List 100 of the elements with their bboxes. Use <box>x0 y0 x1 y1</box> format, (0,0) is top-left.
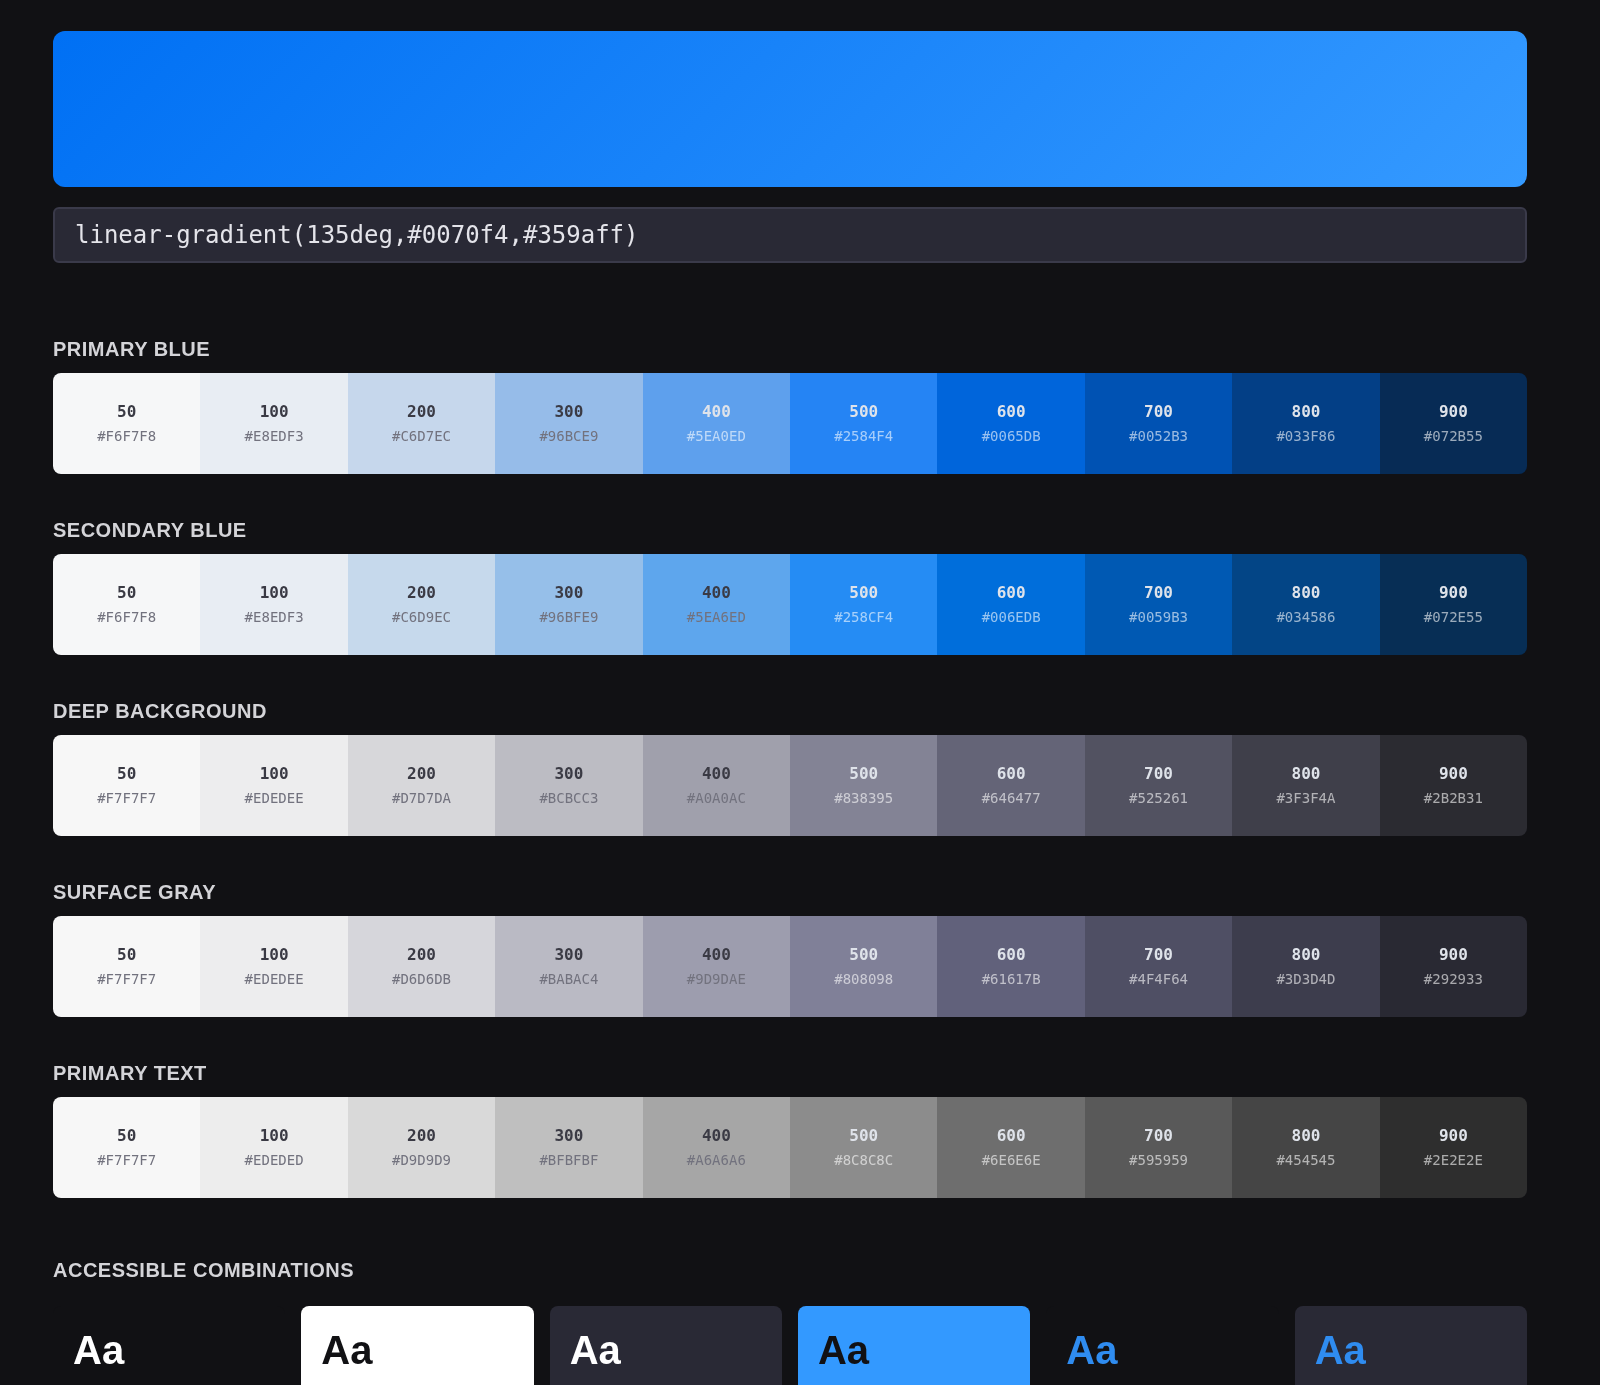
color-swatch[interactable]: 900 #072B55 <box>1379 373 1527 474</box>
swatch-label: 100 <box>259 1125 289 1147</box>
swatch-label: 800 <box>1291 944 1321 966</box>
swatch-hex: #072E55 <box>1423 608 1483 627</box>
color-swatch[interactable]: 200 #D6D6DB <box>347 916 496 1017</box>
color-swatch[interactable]: 100 #EDEDED <box>200 1097 348 1198</box>
swatch-hex: #0065DB <box>981 427 1041 446</box>
sample-text: Aa <box>818 1328 870 1372</box>
swatch-label: 200 <box>407 944 436 966</box>
color-swatch[interactable]: 100 #EDEDEE <box>200 916 348 1017</box>
swatch-hex: #525261 <box>1129 789 1189 808</box>
swatch-label: 100 <box>259 944 289 966</box>
swatch-hex: #2E2E2E <box>1423 1151 1483 1170</box>
swatch-label: 50 <box>117 582 137 604</box>
swatch-hex: #646477 <box>981 789 1041 808</box>
section-title: PRIMARY BLUE <box>53 337 212 361</box>
section-title: DEEP BACKGROUND <box>53 699 268 723</box>
swatch-hex: #C6D7EC <box>392 427 451 446</box>
color-swatch[interactable]: 600 #61617B <box>937 916 1085 1017</box>
swatch-label: 700 <box>1144 582 1173 604</box>
swatch-hex: #034586 <box>1276 608 1336 627</box>
color-swatch[interactable]: 700 #0059B3 <box>1084 554 1233 655</box>
swatch-label: 900 <box>1438 401 1468 423</box>
swatch-label: 400 <box>701 401 731 423</box>
color-swatch[interactable]: 100 #E8EDF3 <box>200 373 348 474</box>
color-swatch[interactable]: 900 #2B2B31 <box>1379 735 1527 836</box>
color-swatch[interactable]: 50 #F7F7F7 <box>53 916 201 1017</box>
swatch-label: 500 <box>849 763 879 785</box>
swatch-label: 800 <box>1291 763 1321 785</box>
swatch-hex: #61617B <box>981 970 1041 989</box>
swatch-label: 500 <box>849 401 879 423</box>
color-swatch[interactable]: 300 #BABAC4 <box>495 916 643 1017</box>
color-swatch[interactable]: 700 #4F4F64 <box>1084 916 1233 1017</box>
swatch-hex: #292933 <box>1423 970 1483 989</box>
sample-text: Aa <box>73 1328 125 1372</box>
color-swatch[interactable]: 900 #072E55 <box>1379 554 1527 655</box>
swatch-label: 900 <box>1438 582 1468 604</box>
swatch-hex: #4F4F64 <box>1129 970 1189 989</box>
color-swatch[interactable]: 800 #3F3F4A <box>1232 735 1380 836</box>
color-swatch[interactable]: 900 #2E2E2E <box>1379 1097 1527 1198</box>
swatch-label: 200 <box>407 401 436 423</box>
swatch-label: 700 <box>1144 944 1173 966</box>
swatch-hex: #033F86 <box>1276 427 1336 446</box>
color-swatch[interactable]: 50 #F7F7F7 <box>53 1097 201 1198</box>
swatch-label: 700 <box>1144 401 1173 423</box>
swatch-hex: #808098 <box>834 970 894 989</box>
color-swatch[interactable]: 900 #292933 <box>1379 916 1527 1017</box>
color-swatch[interactable]: 400 #5EA6ED <box>642 554 791 655</box>
color-swatch[interactable]: 100 #EDEDEE <box>200 735 348 836</box>
swatch-hex: #D9D9D9 <box>392 1151 451 1170</box>
color-swatch[interactable]: 50 #F6F7F8 <box>53 554 201 655</box>
swatch-label: 500 <box>849 944 879 966</box>
swatch-hex: #595959 <box>1129 1151 1189 1170</box>
swatch-hex: #258CF4 <box>834 608 894 627</box>
color-swatch[interactable]: 700 #595959 <box>1084 1097 1233 1198</box>
section-title: PRIMARY TEXT <box>53 1061 208 1085</box>
gradient-code-field[interactable]: linear-gradient(135deg,#0070f4,#359aff) <box>53 207 1527 263</box>
color-swatch[interactable]: 300 #BFBFBF <box>495 1097 643 1198</box>
swatch-hex: #5EA6ED <box>686 608 746 627</box>
color-swatch[interactable]: 300 #96BFE9 <box>495 554 643 655</box>
section-title: SURFACE GRAY <box>53 880 218 904</box>
color-swatch[interactable]: 100 #E8EDF3 <box>200 554 348 655</box>
swatch-label: 400 <box>701 763 731 785</box>
swatch-hex: #96BCE9 <box>539 427 599 446</box>
swatch-label: 900 <box>1438 763 1468 785</box>
color-swatch[interactable]: 50 #F6F7F8 <box>53 373 201 474</box>
color-swatch[interactable]: 200 #D9D9D9 <box>347 1097 496 1198</box>
swatch-label: 200 <box>407 763 436 785</box>
swatch-label: 400 <box>701 1125 731 1147</box>
color-swatch[interactable]: 700 #0052B3 <box>1084 373 1233 474</box>
color-swatch[interactable]: 300 #96BCE9 <box>495 373 643 474</box>
swatch-label: 100 <box>259 401 289 423</box>
swatch-label: 50 <box>117 763 137 785</box>
color-swatch[interactable]: 800 #3D3D4D <box>1232 916 1380 1017</box>
color-swatch[interactable]: 600 #646477 <box>937 735 1085 836</box>
swatch-hex: #C6D9EC <box>392 608 451 627</box>
swatch-hex: #072B55 <box>1423 427 1483 446</box>
color-swatch[interactable]: 800 #034586 <box>1232 554 1380 655</box>
color-swatch[interactable]: 600 #006EDB <box>937 554 1085 655</box>
sample-text: Aa <box>1066 1328 1118 1372</box>
color-swatch[interactable]: 700 #525261 <box>1084 735 1233 836</box>
color-swatch[interactable]: 300 #BCBCC3 <box>495 735 643 836</box>
swatch-hex: #F7F7F7 <box>97 789 157 808</box>
swatch-hex: #F6F7F8 <box>97 427 157 446</box>
swatch-label: 600 <box>996 1125 1026 1147</box>
swatch-hex: #454545 <box>1276 1151 1336 1170</box>
color-swatch[interactable]: 600 #6E6E6E <box>937 1097 1085 1198</box>
swatch-label: 300 <box>554 1125 584 1147</box>
swatch-label: 400 <box>701 944 731 966</box>
color-swatch[interactable]: 800 #033F86 <box>1232 373 1380 474</box>
color-swatch[interactable]: 200 #C6D7EC <box>347 373 496 474</box>
color-swatch[interactable]: 800 #454545 <box>1232 1097 1380 1198</box>
color-swatch[interactable]: 600 #0065DB <box>937 373 1085 474</box>
color-swatch[interactable]: 200 #D7D7DA <box>347 735 496 836</box>
swatch-label: 800 <box>1291 582 1321 604</box>
swatch-label: 700 <box>1144 1125 1173 1147</box>
color-swatch[interactable]: 50 #F7F7F7 <box>53 735 201 836</box>
swatch-hex: #3D3D4D <box>1276 970 1336 989</box>
swatch-hex: #BCBCC3 <box>539 789 599 808</box>
color-swatch[interactable]: 200 #C6D9EC <box>347 554 496 655</box>
